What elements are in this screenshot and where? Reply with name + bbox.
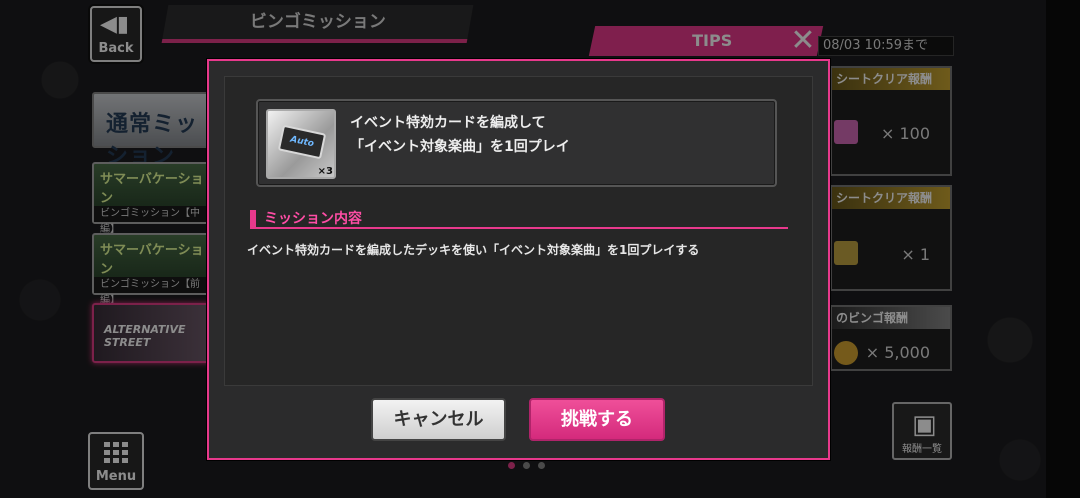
ticket-multiplier: ×3 [317, 166, 333, 177]
auto-ticket-icon: Auto ×3 [266, 109, 336, 179]
challenge-button[interactable]: 挑戦する [529, 398, 665, 441]
mission-card-description: イベント特効カードを編成して 「イベント対象楽曲」を1回プレイ [350, 115, 570, 155]
mission-details: イベント特効カードを編成したデッキを使い「イベント対象楽曲」を1回プレイする [247, 243, 700, 257]
mission-dialog: Auto ×3 イベント特効カードを編成して 「イベント対象楽曲」を1回プレイ … [207, 59, 830, 460]
section-header: ミッション内容 [250, 207, 788, 229]
ticket-label: Auto [277, 124, 327, 160]
mission-card: Auto ×3 イベント特効カードを編成して 「イベント対象楽曲」を1回プレイ [256, 99, 777, 187]
dialog-content: Auto ×3 イベント特効カードを編成して 「イベント対象楽曲」を1回プレイ … [224, 76, 813, 386]
section-marker [250, 210, 256, 228]
cancel-button[interactable]: キャンセル [371, 398, 506, 441]
section-title: ミッション内容 [264, 211, 362, 227]
